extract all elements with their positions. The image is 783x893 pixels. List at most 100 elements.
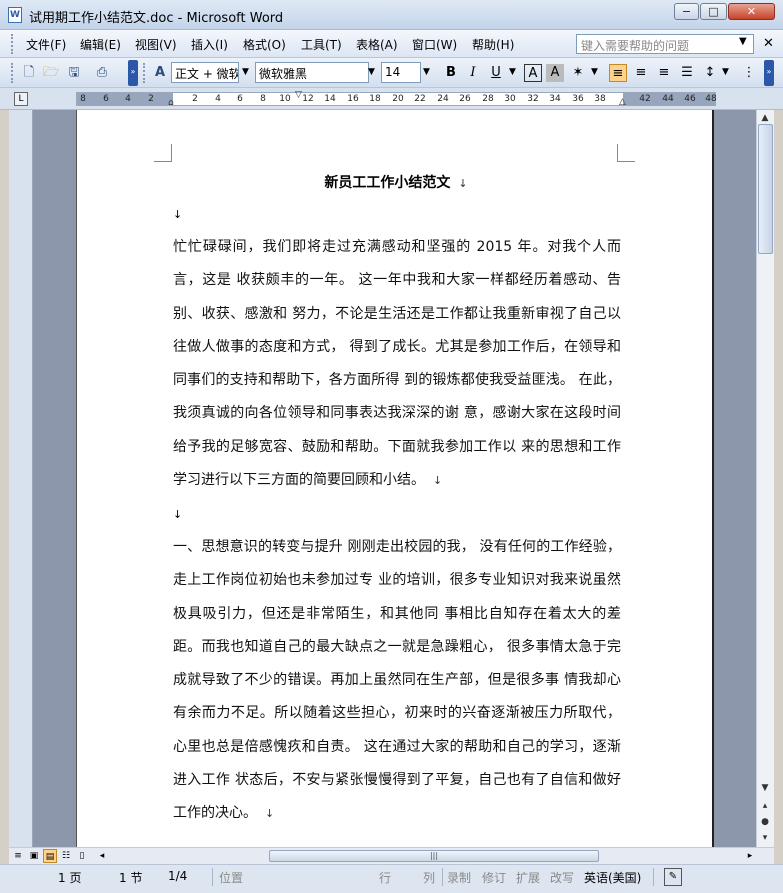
menu-format[interactable]: 格式(O) xyxy=(243,36,286,53)
underline-dropdown-icon[interactable]: ▼ xyxy=(509,67,516,77)
underline-button[interactable]: U xyxy=(487,64,505,82)
help-dropdown-icon[interactable]: ▼ xyxy=(739,36,747,47)
menu-help[interactable]: 帮助(H) xyxy=(472,36,514,53)
toolbar-grip[interactable] xyxy=(11,63,15,83)
ruler-tick: 30 xyxy=(504,94,516,104)
status-separator xyxy=(653,868,654,886)
bold-button[interactable]: B xyxy=(442,64,460,82)
body-paragraph-text: 一、思想意识的转变与提升 刚刚走出校园的我， 没有任何的工作经验，走上工作岗位初… xyxy=(173,539,621,822)
font-dropdown-icon[interactable]: ▼ xyxy=(368,67,375,77)
vertical-scrollbar[interactable]: ▲ ▼ ▴ ● ▾ xyxy=(756,110,774,847)
text-effects-dropdown-icon[interactable]: ▼ xyxy=(591,67,598,77)
menu-tools[interactable]: 工具(T) xyxy=(301,36,342,53)
body-paragraph[interactable]: 忙忙碌碌间，我们即将走过充满感动和坚强的 2015 年。对我个人而言，这是 收获… xyxy=(173,231,621,497)
word-app-icon[interactable]: W xyxy=(8,7,22,23)
reading-view-icon[interactable]: ▯ xyxy=(75,849,89,863)
status-revision[interactable]: 修订 xyxy=(482,869,506,886)
menu-view[interactable]: 视图(V) xyxy=(135,36,177,53)
toolbar-grip-2[interactable] xyxy=(143,63,147,83)
close-button[interactable]: ✕ xyxy=(728,3,775,20)
vertical-scroll-thumb[interactable] xyxy=(758,124,773,254)
line-spacing-dropdown-icon[interactable]: ▼ xyxy=(722,67,729,77)
save-icon[interactable]: 🖫 xyxy=(65,64,83,82)
outline-view-icon[interactable]: ☷ xyxy=(59,849,73,863)
ruler-tick: 28 xyxy=(482,94,494,104)
status-line: 行 xyxy=(379,871,392,885)
menu-file[interactable]: 文件(F) xyxy=(26,36,66,53)
ruler-tick: 8 xyxy=(80,94,86,104)
left-indent-marker-icon[interactable]: ⌂ xyxy=(168,98,174,108)
help-search-input[interactable]: 键入需要帮助的问题 xyxy=(576,34,754,54)
toolbar-overflow-chevron-icon[interactable]: » xyxy=(764,60,774,86)
next-page-icon[interactable]: ▾ xyxy=(757,830,773,846)
style-dropdown-icon[interactable]: ▼ xyxy=(242,67,249,77)
status-page: 1 页 xyxy=(58,871,82,885)
font-size-combo[interactable]: 14 xyxy=(381,62,421,83)
character-shading-button[interactable]: A xyxy=(546,64,564,82)
font-size-dropdown-icon[interactable]: ▼ xyxy=(423,67,430,77)
document-close-icon[interactable]: ✕ xyxy=(763,36,774,51)
align-left-icon[interactable]: ≡ xyxy=(609,64,627,82)
line-spacing-icon[interactable]: ↕ xyxy=(701,64,719,82)
menu-edit[interactable]: 编辑(E) xyxy=(80,36,121,53)
right-indent-marker-icon[interactable]: △ xyxy=(619,97,626,107)
ruler-tick: 48 xyxy=(705,94,717,104)
character-border-button[interactable]: A xyxy=(524,64,542,82)
status-separator xyxy=(442,868,443,886)
previous-page-icon[interactable]: ▴ xyxy=(757,798,773,814)
open-folder-icon[interactable]: 🗁 xyxy=(42,64,60,82)
styles-icon[interactable]: A xyxy=(151,64,169,82)
status-bar: 1 页 1 节 1/4 位置 行 列 录制 修订 扩展 改写 英语(美国) ✎ xyxy=(0,864,783,893)
menu-window[interactable]: 窗口(W) xyxy=(412,36,457,53)
style-combo[interactable]: 正文 + 微软 xyxy=(171,62,239,83)
new-document-icon[interactable]: 🗋 xyxy=(20,64,38,82)
scroll-down-icon[interactable]: ▼ xyxy=(757,780,773,796)
numbering-icon[interactable]: ⋮ xyxy=(740,64,758,82)
status-record[interactable]: 录制 xyxy=(447,869,471,886)
document-title[interactable]: 新员工工作小结范文 ↓ xyxy=(77,172,715,192)
body-paragraph[interactable]: 一、思想意识的转变与提升 刚刚走出校园的我， 没有任何的工作经验，走上工作岗位初… xyxy=(173,531,621,831)
spelling-check-icon[interactable]: ✎ xyxy=(664,868,682,886)
status-separator xyxy=(212,868,213,886)
document-title-text: 新员工工作小结范文 xyxy=(324,175,451,191)
status-language[interactable]: 英语(美国) xyxy=(584,869,641,886)
ruler-tick: 4 xyxy=(215,94,221,104)
horizontal-scrollbar[interactable]: ≡ ▣ ▤ ☷ ▯ ◂ ||| ▸ xyxy=(9,847,774,864)
font-combo[interactable]: 微软雅黑 xyxy=(255,62,369,83)
tab-selector-icon[interactable]: L xyxy=(14,92,28,106)
horizontal-scroll-thumb[interactable]: ||| xyxy=(269,850,599,862)
justify-icon[interactable]: ☰ xyxy=(678,64,696,82)
document-page[interactable]: 新员工工作小结范文 ↓ ↓ 忙忙碌碌间，我们即将走过充满感动和坚强的 2015 年… xyxy=(76,110,714,847)
text-effects-icon[interactable]: ✶ xyxy=(569,64,587,82)
toolbar: 🗋 🗁 🖫 ⎙ » A 正文 + 微软 ▼ 微软雅黑 ▼ 14 ▼ B I U … xyxy=(0,58,783,88)
status-position: 位置 xyxy=(219,871,244,885)
status-overtype[interactable]: 改写 xyxy=(550,869,574,886)
horizontal-ruler[interactable]: 8 6 4 2 2 4 6 8 10 12 14 16 18 20 22 24 … xyxy=(76,90,717,108)
ruler-tick: 26 xyxy=(459,94,471,104)
align-right-icon[interactable]: ≡ xyxy=(655,64,673,82)
scroll-left-icon[interactable]: ◂ xyxy=(95,849,109,863)
empty-paragraph-mark: ↓ xyxy=(173,508,183,521)
toolbar-options-chevron-icon[interactable]: » xyxy=(128,60,138,86)
browse-object-icon[interactable]: ● xyxy=(757,814,773,830)
print-icon[interactable]: ⎙ xyxy=(93,64,111,82)
menu-table[interactable]: 表格(A) xyxy=(356,36,398,53)
status-section: 1 节 xyxy=(119,871,143,885)
ruler-tick: 32 xyxy=(527,94,539,104)
window-title: 试用期工作小结范文.doc - Microsoft Word xyxy=(29,11,284,26)
print-layout-view-icon[interactable]: ▤ xyxy=(43,849,57,863)
align-center-icon[interactable]: ≡ xyxy=(632,64,650,82)
scroll-right-icon[interactable]: ▸ xyxy=(743,849,757,863)
menu-insert[interactable]: 插入(I) xyxy=(191,36,228,53)
normal-view-icon[interactable]: ≡ xyxy=(11,849,25,863)
first-line-indent-marker-icon[interactable]: ▽ xyxy=(295,90,302,100)
italic-button[interactable]: I xyxy=(464,64,482,82)
web-view-icon[interactable]: ▣ xyxy=(27,849,41,863)
maximize-button[interactable]: □ xyxy=(700,3,727,20)
ruler-tick: 16 xyxy=(347,94,359,104)
minimize-button[interactable]: − xyxy=(674,3,699,20)
menu-grip[interactable] xyxy=(11,34,15,54)
ruler-tick: 42 xyxy=(639,94,651,104)
vertical-ruler[interactable] xyxy=(9,110,33,847)
status-extend[interactable]: 扩展 xyxy=(516,869,540,886)
